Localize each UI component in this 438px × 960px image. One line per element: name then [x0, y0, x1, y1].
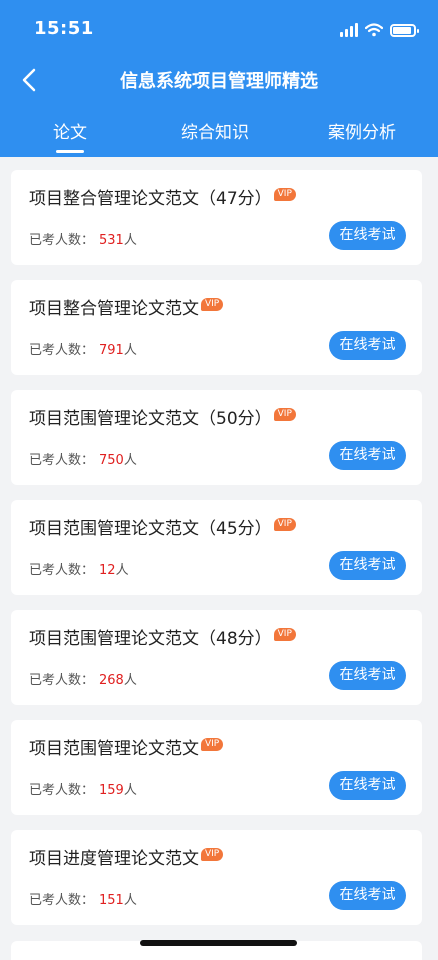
home-indicator: [140, 940, 297, 946]
list-item[interactable]: 项目整合管理论文范文（47分） VIP 已考人数： 531人 在线考试: [11, 170, 422, 265]
taken-count: 已考人数： 531人: [29, 233, 137, 248]
page-title: 信息系统项目管理师精选: [120, 71, 318, 92]
vip-badge: VIP: [201, 738, 224, 751]
status-time: 15:51: [34, 18, 94, 39]
online-exam-button[interactable]: 在线考试: [329, 441, 406, 470]
online-exam-button[interactable]: 在线考试: [329, 771, 406, 800]
item-title: 项目范围管理论文范文（48分） VIP: [29, 624, 296, 649]
category-tabs: 论文 综合知识 案例分析: [0, 110, 438, 157]
active-tab-indicator: [56, 150, 84, 153]
signal-icon: [340, 23, 358, 37]
taken-count: 已考人数： 151人: [29, 893, 137, 908]
tab-case-analysis[interactable]: 案例分析: [328, 118, 396, 143]
online-exam-button[interactable]: 在线考试: [329, 331, 406, 360]
tab-essay[interactable]: 论文: [53, 118, 87, 143]
vip-badge: VIP: [273, 408, 296, 421]
item-title: 项目范围管理论文范文（50分） VIP: [29, 404, 296, 429]
vip-badge: VIP: [201, 298, 224, 311]
item-title: 项目整合管理论文范文 VIP: [29, 294, 224, 319]
list-item[interactable]: 项目范围管理论文范文（48分） VIP 已考人数： 268人 在线考试: [11, 610, 422, 705]
taken-count: 已考人数： 159人: [29, 783, 137, 798]
vip-badge: VIP: [273, 518, 296, 531]
nav-bar: 信息系统项目管理师精选: [0, 58, 438, 102]
online-exam-button[interactable]: 在线考试: [329, 661, 406, 690]
item-title: 项目范围管理论文范文（45分） VIP: [29, 514, 296, 539]
item-title: 项目范围管理论文范文 VIP: [29, 734, 224, 759]
online-exam-button[interactable]: 在线考试: [329, 551, 406, 580]
battery-icon: [390, 23, 419, 37]
app-header: 15:51 信息系统项目管理师精选 论文 综合知识 案例分析: [0, 0, 438, 157]
status-icons: [340, 20, 419, 40]
online-exam-button[interactable]: 在线考试: [329, 221, 406, 250]
taken-count: 已考人数： 12人: [29, 563, 129, 578]
item-title: 项目整合管理论文范文（47分） VIP: [29, 184, 296, 209]
list-item[interactable]: 项目进度管理论文范文 VIP 已考人数： 151人 在线考试: [11, 830, 422, 925]
status-bar: 15:51: [0, 0, 438, 58]
item-title: 项目进度管理论文范文 VIP: [29, 844, 224, 869]
list-item[interactable]: 项目整合管理论文范文 VIP 已考人数： 791人 在线考试: [11, 280, 422, 375]
wifi-icon: [365, 23, 383, 37]
vip-badge: VIP: [273, 188, 296, 201]
list-item[interactable]: 项目范围管理论文范文（45分） VIP 已考人数： 12人 在线考试: [11, 500, 422, 595]
vip-badge: VIP: [201, 848, 224, 861]
online-exam-button[interactable]: 在线考试: [329, 881, 406, 910]
taken-count: 已考人数： 791人: [29, 343, 137, 358]
taken-count: 已考人数： 268人: [29, 673, 137, 688]
tab-comprehensive-knowledge[interactable]: 综合知识: [181, 118, 249, 143]
taken-count: 已考人数： 750人: [29, 453, 137, 468]
list-item[interactable]: 项目范围管理论文范文（50分） VIP 已考人数： 750人 在线考试: [11, 390, 422, 485]
list-item[interactable]: 项目范围管理论文范文 VIP 已考人数： 159人 在线考试: [11, 720, 422, 815]
vip-badge: VIP: [273, 628, 296, 641]
